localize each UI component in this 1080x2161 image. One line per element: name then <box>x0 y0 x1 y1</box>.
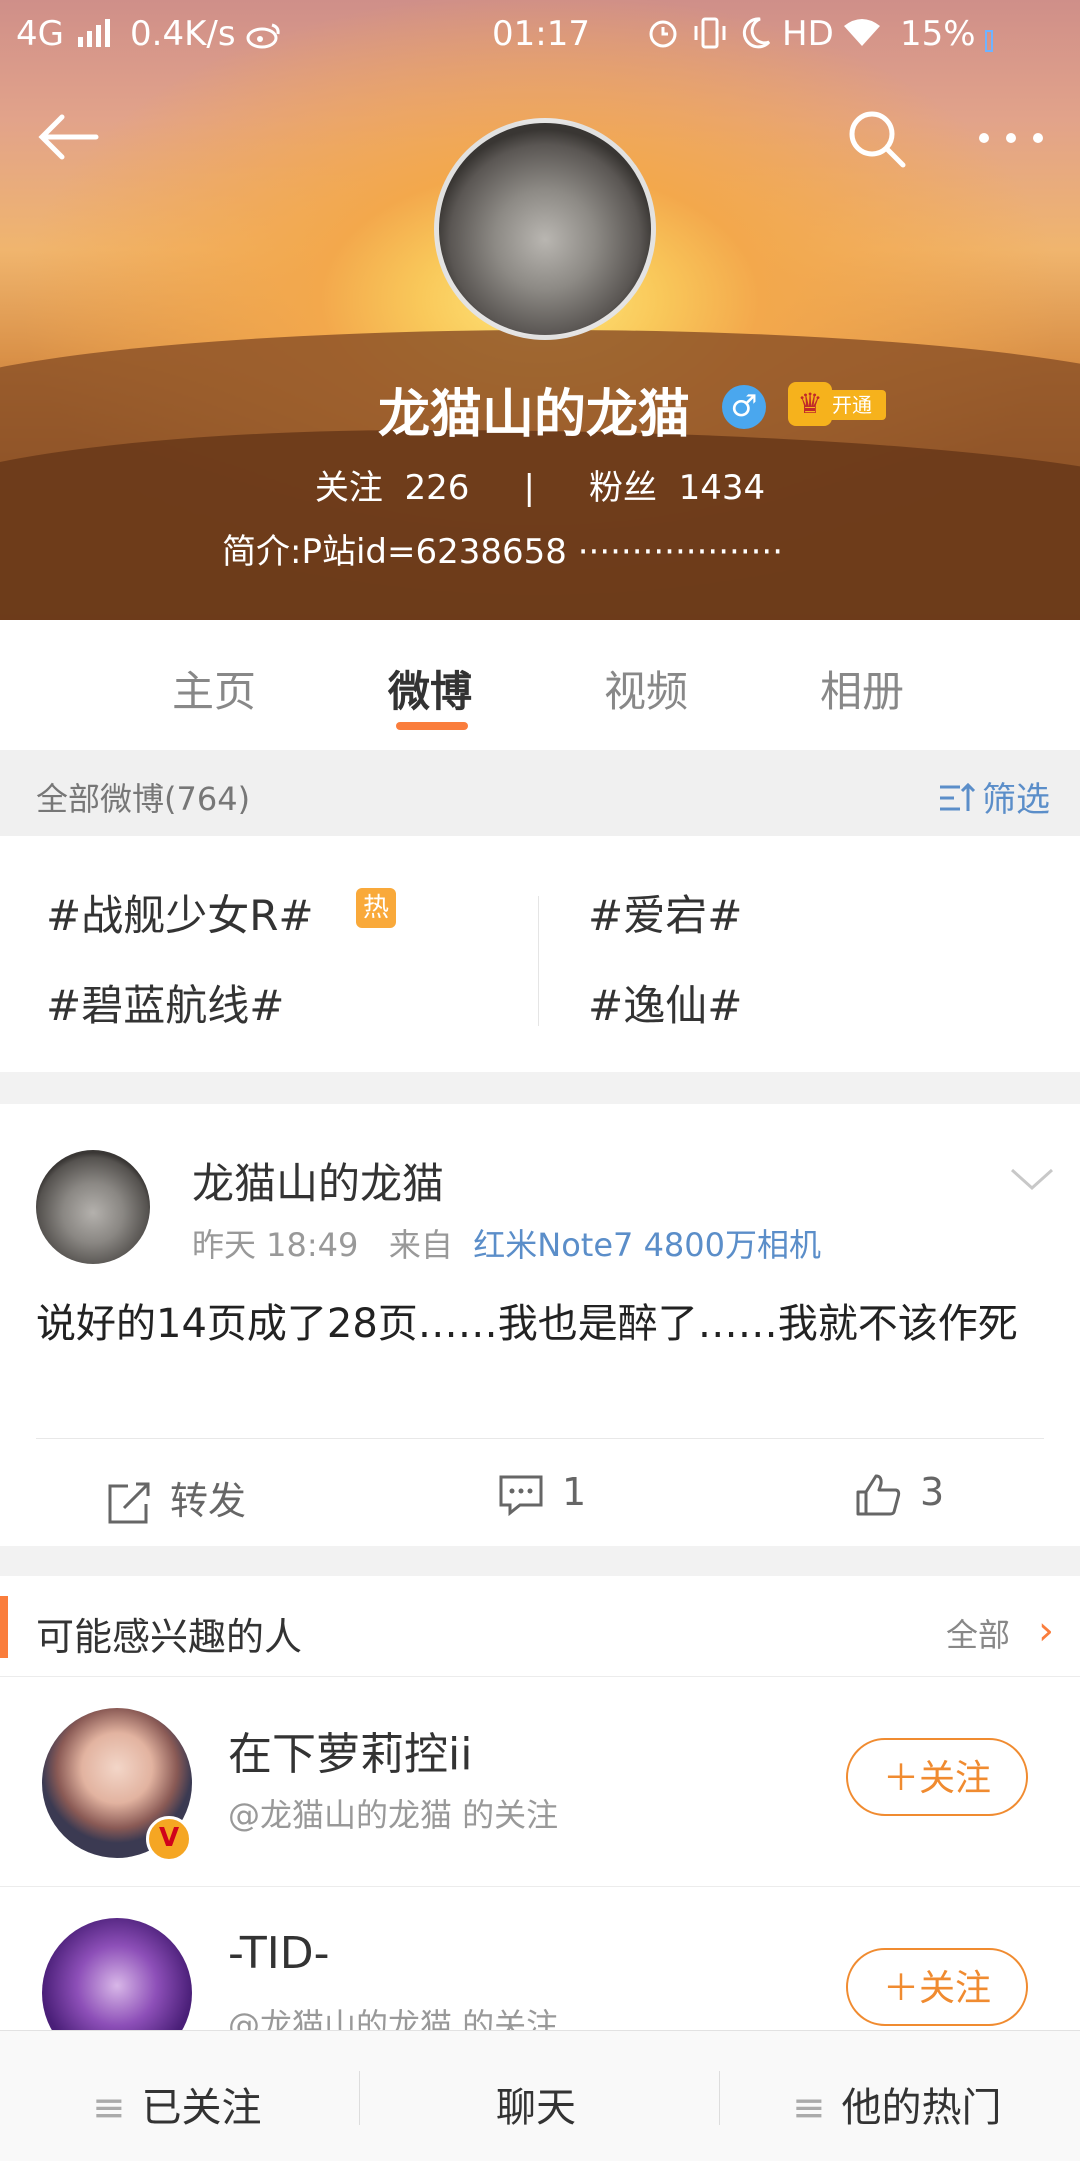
filter-icon <box>940 782 976 811</box>
topic-item[interactable]: #战舰少女R# <box>46 882 314 943</box>
chevron-down-icon <box>1010 1168 1054 1191</box>
topic-item[interactable]: #逸仙# <box>588 972 742 1033</box>
thumbs-up-icon <box>856 1474 901 1515</box>
post-text: 说好的14页成了28页……我也是醉了……我就不该作死 <box>36 1301 1018 1347</box>
topic-divider <box>538 896 539 1026</box>
network-type: 4G <box>16 14 64 54</box>
more-dots-icon <box>979 133 1043 143</box>
bottom-divider <box>719 2071 720 2125</box>
profile-stats: 关注 226 | 粉丝 1434 <box>0 460 1080 509</box>
topic-item[interactable]: #爱宕# <box>588 882 742 943</box>
vip-badge[interactable]: 开通 ♛ <box>788 382 888 426</box>
following-stat[interactable]: 关注 226 <box>315 468 470 508</box>
status-bar: 4G 0.4K/s 01:17 HD 15% <box>0 0 1080 70</box>
follow-button[interactable]: ＋关注 <box>846 1948 1028 2026</box>
chat-button[interactable]: 聊天 <box>496 2075 576 2133</box>
crown-icon: ♛ <box>788 382 832 426</box>
following-label: 关注 <box>314 468 383 508</box>
topic-item[interactable]: #碧蓝航线# <box>46 972 284 1033</box>
hot-badge: 热 <box>356 888 396 928</box>
filter-button[interactable]: 筛选 <box>938 772 1050 821</box>
suggested-user-name[interactable]: 在下萝莉控ii <box>228 1718 472 1782</box>
comment-count: 1 <box>562 1470 587 1514</box>
topic-list: #战舰少女R# 热 #爱宕# #碧蓝航线# #逸仙# <box>0 836 1080 1072</box>
suggested-users-header: 可能感兴趣的人 全部 › <box>0 1576 1080 1677</box>
repost-label: 转发 <box>170 1479 247 1523</box>
vibrate-icon <box>692 16 728 59</box>
post-from-label: 来自 <box>388 1226 453 1264</box>
tab-home[interactable]: 主页 <box>172 658 256 719</box>
post-author-avatar[interactable] <box>36 1150 150 1264</box>
battery-icon <box>984 22 994 62</box>
wifi-icon <box>842 16 882 57</box>
back-button[interactable] <box>36 112 102 166</box>
suggested-user-reason: @龙猫山的龙猫 的关注 <box>228 1796 559 1834</box>
clock: 01:17 <box>492 14 590 54</box>
comment-button[interactable]: 1 <box>498 1470 586 1517</box>
follow-button[interactable]: ＋关注 <box>846 1738 1028 1816</box>
tab-weibo[interactable]: 微博 <box>388 658 472 719</box>
suggested-users: 可能感兴趣的人 全部 › V 在下萝莉控ii @龙猫山的龙猫 的关注 ＋关注 -… <box>0 1576 1080 2036</box>
profile-bio[interactable]: 简介:P站id=6238658 ··················· <box>222 524 783 573</box>
his-hot-button[interactable]: ≡ 他的热门 <box>792 2075 1002 2133</box>
comment-icon <box>499 1475 543 1516</box>
post-options-button[interactable] <box>1010 1164 1054 1194</box>
battery-level: 15% <box>900 14 976 54</box>
fans-count: 1434 <box>678 468 766 508</box>
active-tab-indicator <box>396 722 468 730</box>
suggested-users-title: 可能感兴趣的人 <box>36 1615 303 1659</box>
user-avatar[interactable] <box>42 1918 192 2036</box>
all-weibo-count: 全部微博(764) <box>36 780 251 818</box>
fans-label: 粉丝 <box>588 468 657 508</box>
post-meta: 昨天 18:49 来自 红米Note7 4800万相机 <box>192 1220 821 1266</box>
network-speed: 0.4K/s <box>130 14 236 54</box>
stats-separator: | <box>523 468 535 508</box>
search-button[interactable] <box>846 108 908 174</box>
filter-label: 筛选 <box>982 780 1050 820</box>
post-author-name[interactable]: 龙猫山的龙猫 <box>192 1150 444 1211</box>
chevron-right-icon[interactable]: › <box>1038 1608 1054 1654</box>
suggested-user[interactable]: V 在下萝莉控ii @龙猫山的龙猫 的关注 ＋关注 <box>0 1676 1080 1887</box>
like-button[interactable]: 3 <box>854 1470 944 1518</box>
tab-video[interactable]: 视频 <box>604 658 688 719</box>
menu-icon: ≡ <box>92 2085 126 2131</box>
verified-badge-icon: V <box>146 1816 192 1862</box>
post-source[interactable]: 红米Note7 4800万相机 <box>473 1226 821 1264</box>
profile-name: 龙猫山的龙猫 <box>378 385 691 445</box>
tab-album[interactable]: 相册 <box>820 658 904 719</box>
weibo-post[interactable]: 龙猫山的龙猫 昨天 18:49 来自 红米Note7 4800万相机 说好的14… <box>0 1104 1080 1546</box>
suggested-user[interactable]: -TID- @龙猫山的龙猫 的关注 ＋关注 <box>0 1886 1080 2036</box>
moon-icon <box>740 16 772 59</box>
section-accent-bar <box>0 1596 8 1658</box>
his-hot-label: 他的热门 <box>841 2085 1002 2131</box>
suggested-user-name[interactable]: -TID- <box>228 1928 329 1979</box>
following-count: 226 <box>404 468 470 508</box>
search-icon <box>849 111 906 168</box>
back-arrow-icon <box>38 114 99 160</box>
profile-avatar[interactable] <box>434 118 656 340</box>
bottom-divider <box>359 2071 360 2125</box>
see-all-button[interactable]: 全部 <box>946 1610 1010 1656</box>
followed-button[interactable]: ≡ 已关注 <box>92 2075 262 2133</box>
followed-label: 已关注 <box>141 2085 262 2131</box>
profile-header: 4G 0.4K/s 01:17 HD 15% 龙猫山的龙猫 ♂ 开通 ♛ 关注 … <box>0 0 1080 620</box>
post-time: 昨天 18:49 <box>192 1226 359 1264</box>
share-icon <box>108 1482 150 1523</box>
alarm-icon <box>646 16 680 59</box>
bottom-action-bar: ≡ 已关注 聊天 ≡ 他的热门 <box>0 2030 1080 2161</box>
menu-icon: ≡ <box>792 2085 826 2131</box>
weibo-filter-bar: 全部微博(764) 筛选 <box>0 750 1080 836</box>
more-button[interactable] <box>976 128 1046 152</box>
profile-tabs: 主页 微博 视频 相册 <box>0 620 1080 750</box>
weibo-icon <box>246 18 282 58</box>
repost-button[interactable]: 转发 <box>106 1470 246 1526</box>
fans-stat[interactable]: 粉丝 1434 <box>589 468 765 508</box>
like-count: 3 <box>920 1470 945 1514</box>
hd-indicator: HD <box>782 14 834 54</box>
post-divider <box>36 1438 1044 1439</box>
signal-icon <box>76 16 116 56</box>
gender-male-icon: ♂ <box>722 385 766 429</box>
